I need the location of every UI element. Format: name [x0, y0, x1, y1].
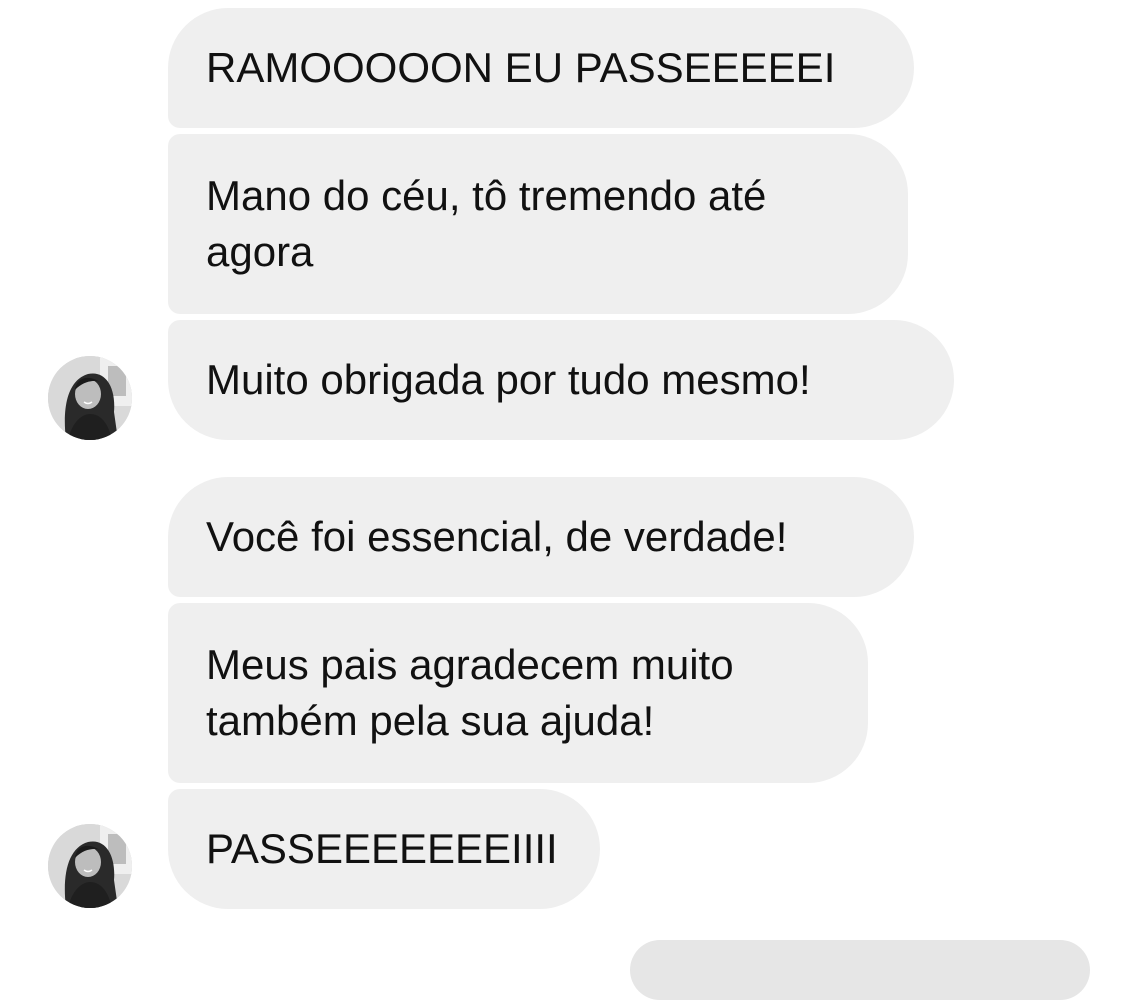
avatar-photo-icon: [48, 356, 132, 440]
message-bubble[interactable]: Muito obrigada por tudo mesmo!: [168, 320, 954, 440]
next-message-bubble-cutoff[interactable]: [630, 940, 1090, 1000]
message-bubble[interactable]: Mano do céu, tô tremendo até agora: [168, 134, 908, 314]
message-bubble[interactable]: Meus pais agradecem muito também pela su…: [168, 603, 868, 783]
message-text: Muito obrigada por tudo mesmo!: [206, 356, 811, 403]
message-text: Você foi essencial, de verdade!: [206, 513, 788, 560]
message-bubble[interactable]: Você foi essencial, de verdade!: [168, 477, 914, 597]
message-bubble[interactable]: RAMOOOOON EU PASSEEEEEI: [168, 8, 914, 128]
message-text: Mano do céu, tô tremendo até agora: [206, 172, 767, 275]
contact-avatar[interactable]: [48, 356, 132, 440]
contact-avatar[interactable]: [48, 824, 132, 908]
avatar-photo-icon: [48, 824, 132, 908]
message-bubble[interactable]: PASSEEEEEEEIIII: [168, 789, 600, 909]
message-text: Meus pais agradecem muito também pela su…: [206, 641, 734, 744]
message-text: PASSEEEEEEEIIII: [206, 825, 558, 872]
message-text: RAMOOOOON EU PASSEEEEEI: [206, 44, 836, 91]
